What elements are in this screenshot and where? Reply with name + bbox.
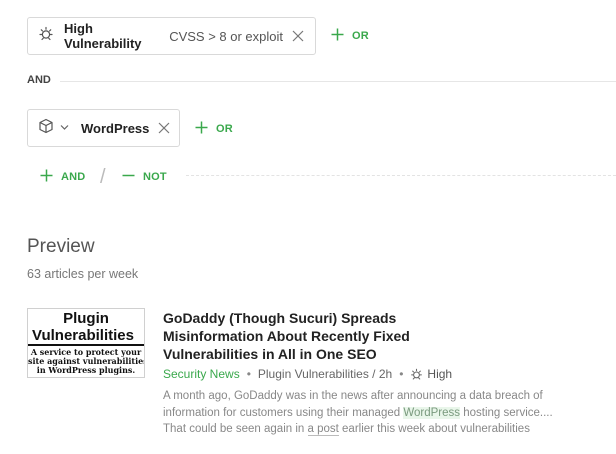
snippet-text: earlier this week about vulnerabilities bbox=[338, 423, 530, 435]
and-separator-line bbox=[60, 81, 616, 82]
and-separator-label: AND bbox=[27, 74, 51, 86]
add-or-button-row1[interactable]: OR bbox=[331, 28, 369, 44]
or-label: OR bbox=[216, 123, 233, 135]
and-label: AND bbox=[61, 171, 86, 183]
remove-filter-icon[interactable] bbox=[291, 29, 305, 43]
vulnerability-icon bbox=[38, 26, 54, 47]
vulnerability-icon bbox=[410, 368, 423, 381]
filter-chip-wordpress[interactable]: WordPress bbox=[27, 109, 180, 147]
article-snippet: A month ago, GoDaddy was in the news aft… bbox=[163, 388, 563, 438]
chevron-down-icon[interactable] bbox=[60, 119, 69, 137]
thumbnail-line: Plugin bbox=[63, 310, 109, 327]
not-label: NOT bbox=[143, 171, 167, 183]
article-meta: Security News • Plugin Vulnerabilities /… bbox=[163, 367, 452, 381]
add-and-button[interactable]: AND bbox=[40, 169, 85, 185]
thumbnail-line: Vulnerabilities bbox=[32, 327, 134, 344]
severity-badge: High bbox=[410, 367, 452, 381]
cube-icon bbox=[38, 118, 54, 139]
minus-icon bbox=[122, 169, 135, 185]
thumbnail-rule bbox=[28, 344, 144, 346]
preview-title: Preview bbox=[27, 236, 95, 257]
plus-icon bbox=[195, 121, 208, 137]
article-source[interactable]: Plugin Vulnerabilities / 2h bbox=[258, 367, 392, 381]
thumbnail-line: in WordPress plugins. bbox=[36, 365, 136, 375]
keyword-highlight: WordPress bbox=[403, 406, 461, 419]
dashed-divider bbox=[186, 175, 616, 176]
filter-chip-high-vulnerability[interactable]: High Vulnerability CVSS > 8 or exploit bbox=[27, 17, 316, 55]
or-label: OR bbox=[352, 30, 369, 42]
add-or-button-row2[interactable]: OR bbox=[195, 121, 233, 137]
snippet-link[interactable]: a post bbox=[307, 423, 339, 436]
meta-separator: • bbox=[246, 367, 251, 381]
meta-separator: • bbox=[399, 367, 404, 381]
article-title[interactable]: GoDaddy (Though Sucuri) Spreads Misinfor… bbox=[163, 309, 423, 363]
filter-chip-detail: CVSS > 8 or exploit bbox=[169, 28, 283, 44]
plus-icon bbox=[331, 28, 344, 44]
filter-chip-label: WordPress bbox=[81, 120, 150, 136]
add-not-button[interactable]: NOT bbox=[122, 169, 167, 185]
severity-label: High bbox=[427, 367, 453, 381]
filter-chip-label: High Vulnerability bbox=[64, 21, 142, 51]
divider-slash: / bbox=[100, 166, 106, 188]
article-thumbnail[interactable]: Plugin Vulnerabilities A service to prot… bbox=[27, 308, 145, 378]
plus-icon bbox=[40, 169, 53, 185]
article-category[interactable]: Security News bbox=[163, 367, 240, 381]
remove-filter-icon[interactable] bbox=[157, 121, 171, 135]
preview-article-count: 63 articles per week bbox=[27, 267, 139, 281]
